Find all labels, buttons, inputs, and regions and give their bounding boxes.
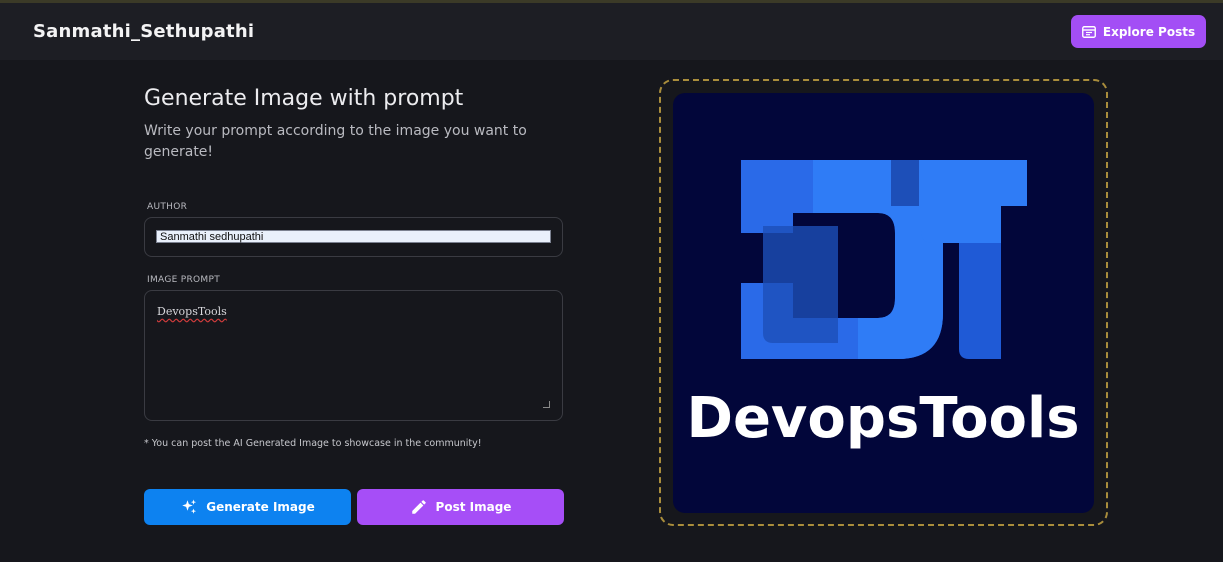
author-field[interactable]: Sanmathi sedhupathi <box>144 217 563 257</box>
post-image-label: Post Image <box>435 500 512 514</box>
explore-posts-button[interactable]: Explore Posts <box>1071 15 1206 48</box>
image-prompt-text: DevopsTools <box>157 305 227 318</box>
post-image-button[interactable]: Post Image <box>357 489 564 525</box>
author-input[interactable]: Sanmathi sedhupathi <box>156 230 551 243</box>
page-title: Generate Image with prompt <box>144 86 464 111</box>
generate-image-label: Generate Image <box>206 500 315 514</box>
generated-image-preview: DevopsTools <box>673 93 1094 513</box>
generate-image-button[interactable]: Generate Image <box>144 489 351 525</box>
resize-handle-icon[interactable] <box>543 401 550 408</box>
image-prompt-label: IMAGE PROMPT <box>147 275 220 285</box>
pencil-icon <box>411 500 426 514</box>
brand-name[interactable]: Sanmathi_Sethupathi <box>33 21 254 42</box>
page-subtitle: Write your prompt according to the image… <box>144 123 527 160</box>
explore-icon <box>1081 25 1096 38</box>
devopstools-logo-image: DevopsTools <box>686 160 1080 451</box>
preview-image-text: DevopsTools <box>686 386 1079 451</box>
top-bar: Sanmathi_Sethupathi Explore Posts <box>0 3 1223 60</box>
explore-posts-label: Explore Posts <box>1102 24 1196 39</box>
author-label: AUTHOR <box>147 202 188 212</box>
image-prompt-textarea[interactable]: DevopsTools <box>144 290 563 421</box>
community-note: * You can post the AI Generated Image to… <box>144 438 482 449</box>
sparkles-icon <box>182 499 197 514</box>
